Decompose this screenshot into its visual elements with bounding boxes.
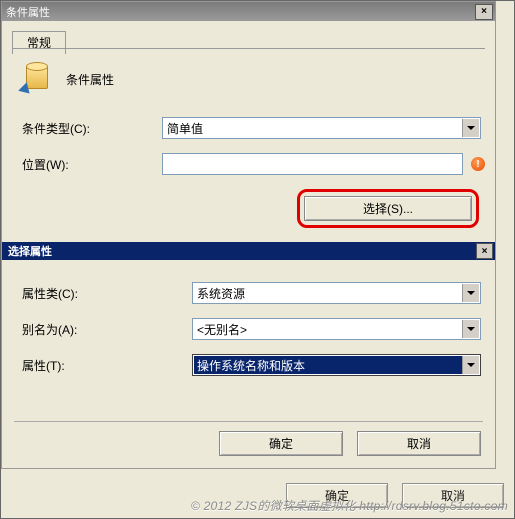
database-icon — [22, 65, 50, 93]
section-close-icon[interactable]: × — [476, 243, 493, 259]
attr-class-label: 属性类(C): — [22, 285, 192, 302]
attr-class-value: 系统资源 — [197, 285, 245, 302]
ok-label: 确定 — [269, 435, 293, 452]
red-highlight: 选择(S)... — [297, 189, 479, 228]
choose-button[interactable]: 选择(S)... — [304, 196, 472, 221]
chevron-down-icon[interactable] — [462, 356, 479, 374]
watermark: © 2012 ZJS的微软桌面虚拟化 http://rdsrv.blog.51c… — [191, 497, 508, 514]
property-value: 操作系统名称和版本 — [194, 356, 462, 374]
chevron-down-icon[interactable] — [462, 284, 479, 302]
ok-button[interactable]: 确定 — [219, 431, 343, 456]
attr-class-dropdown[interactable]: 系统资源 — [192, 282, 481, 304]
chevron-down-icon[interactable] — [462, 320, 479, 338]
choose-button-label: 选择(S)... — [363, 200, 413, 217]
location-label: 位置(W): — [22, 156, 162, 173]
page-title: 条件属性 — [66, 71, 114, 88]
window-title: 条件属性 — [6, 4, 50, 20]
footer-separator — [14, 421, 483, 422]
section-select-attribute: 选择属性 × — [2, 242, 495, 260]
chevron-down-icon[interactable] — [462, 119, 479, 137]
condition-type-value: 简单值 — [167, 120, 203, 137]
property-dropdown[interactable]: 操作系统名称和版本 — [192, 354, 481, 376]
property-label: 属性(T): — [22, 357, 192, 374]
alias-label: 别名为(A): — [22, 321, 192, 338]
close-icon[interactable]: × — [475, 4, 493, 20]
alias-dropdown[interactable]: <无别名> — [192, 318, 481, 340]
cancel-label: 取消 — [407, 435, 431, 452]
alias-value: <无别名> — [197, 321, 247, 338]
dialog-window: 条件属性 × 常规 条件属性 条件类型(C): — [1, 1, 496, 469]
location-input[interactable] — [162, 153, 463, 175]
condition-type-label: 条件类型(C): — [22, 120, 162, 137]
section-title: 选择属性 — [8, 243, 52, 259]
condition-type-dropdown[interactable]: 简单值 — [162, 117, 481, 139]
titlebar: 条件属性 × — [2, 2, 495, 21]
warning-icon: ! — [471, 157, 485, 171]
cancel-button[interactable]: 取消 — [357, 431, 481, 456]
